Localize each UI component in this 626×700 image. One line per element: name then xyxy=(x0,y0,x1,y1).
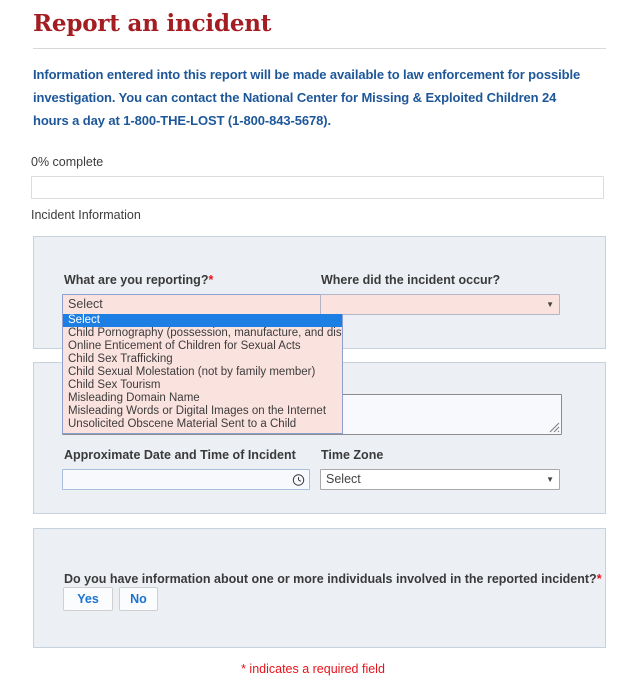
label-text: Where did the incident occur? xyxy=(321,273,501,287)
progress-label: 0% complete xyxy=(31,155,104,169)
required-asterisk: * xyxy=(596,572,602,586)
select-value: Select xyxy=(68,297,103,311)
label-approximate-date-time: Approximate Date and Time of Incident xyxy=(64,448,296,462)
label-where-did-incident-occur: Where did the incident occur? xyxy=(321,273,500,287)
dropdown-what-are-you-reporting-options[interactable]: Select Child Pornography (possession, man… xyxy=(62,314,343,434)
label-individuals-question: Do you have information about one or mor… xyxy=(64,572,602,586)
select-value: Select xyxy=(326,472,361,486)
dropdown-option[interactable]: Unsolicited Obscene Material Sent to a C… xyxy=(63,418,342,431)
dropdown-option[interactable]: Select xyxy=(63,314,342,327)
dropdown-option[interactable]: Child Sex Trafficking xyxy=(63,353,342,366)
label-text: Approximate Date and Time of Incident xyxy=(64,448,296,462)
resize-grip-icon[interactable] xyxy=(549,422,560,433)
required-field-note: * indicates a required field xyxy=(241,662,385,676)
dropdown-option[interactable]: Child Sexual Molestation (not by family … xyxy=(63,366,342,379)
chevron-down-icon: ▼ xyxy=(546,299,554,309)
report-incident-page: Report an incident Information entered i… xyxy=(0,0,626,700)
select-where-did-incident-occur[interactable]: ▼ xyxy=(320,294,560,315)
dropdown-option[interactable]: Online Enticement of Children for Sexual… xyxy=(63,340,342,353)
required-asterisk: * xyxy=(208,273,214,287)
section-caption-incident-information: Incident Information xyxy=(31,208,141,222)
dropdown-option[interactable]: Misleading Domain Name xyxy=(63,392,342,405)
label-text: Time Zone xyxy=(321,448,384,462)
yes-button[interactable]: Yes xyxy=(63,587,113,611)
chevron-down-icon: ▼ xyxy=(546,474,554,484)
page-title: Report an incident xyxy=(33,10,272,37)
datetime-input[interactable] xyxy=(62,469,310,490)
clock-icon[interactable] xyxy=(292,473,305,486)
dropdown-option[interactable]: Child Pornography (possession, manufactu… xyxy=(63,327,342,340)
label-time-zone: Time Zone xyxy=(321,448,383,462)
label-what-are-you-reporting: What are you reporting?* xyxy=(64,273,213,287)
progress-bar xyxy=(31,176,604,199)
dropdown-option[interactable]: Child Sex Tourism xyxy=(63,379,342,392)
no-button[interactable]: No xyxy=(119,587,158,611)
title-divider xyxy=(33,48,606,49)
label-text: Do you have information about one or mor… xyxy=(64,572,597,586)
label-text: What are you reporting? xyxy=(64,273,209,287)
intro-paragraph: Information entered into this report wil… xyxy=(33,67,581,128)
select-time-zone[interactable]: Select ▼ xyxy=(320,469,560,490)
dropdown-option[interactable]: Misleading Words or Digital Images on th… xyxy=(63,405,342,418)
select-what-are-you-reporting[interactable]: Select ▼ xyxy=(62,294,343,315)
